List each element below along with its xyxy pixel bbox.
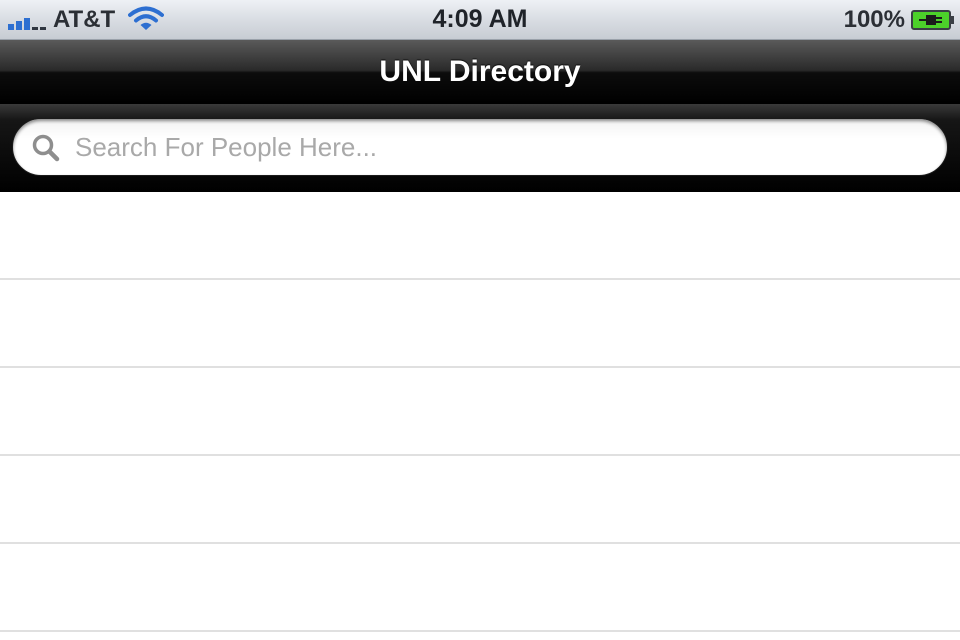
table-row[interactable] [0,280,960,368]
app-screen: AT&T 4:09 AM 100% UNL Directory [0,0,960,640]
table-row[interactable] [0,544,960,632]
status-time: 4:09 AM [432,5,528,33]
battery-charging-icon [911,10,954,30]
page-title: UNL Directory [379,55,581,88]
table-row[interactable] [0,368,960,456]
navigation-bar: UNL Directory [0,40,960,104]
battery-percent: 100% [843,6,905,33]
search-bar [0,104,960,192]
status-bar: AT&T 4:09 AM 100% [0,0,960,40]
table-row[interactable] [0,456,960,544]
results-table [0,192,960,640]
search-field[interactable] [12,118,948,176]
search-input[interactable] [75,119,925,175]
search-icon [32,134,60,162]
table-row[interactable] [0,192,960,280]
